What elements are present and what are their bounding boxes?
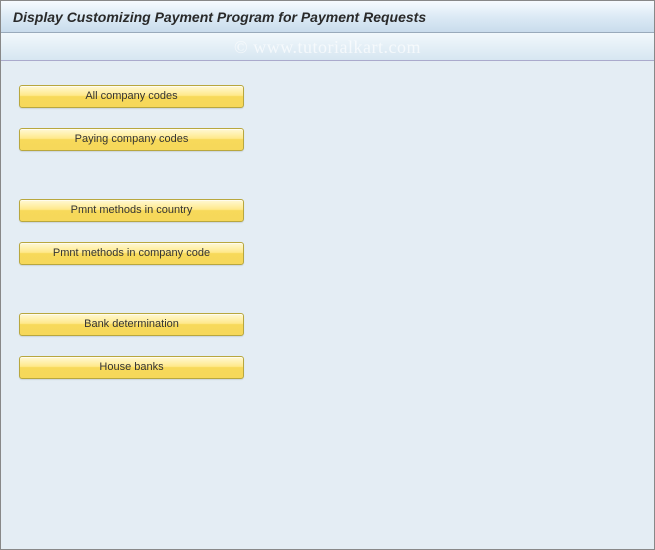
paying-company-codes-button[interactable]: Paying company codes	[19, 128, 244, 151]
title-bar: Display Customizing Payment Program for …	[1, 1, 654, 33]
pmnt-methods-company-button[interactable]: Pmnt methods in company code	[19, 242, 244, 265]
page-title: Display Customizing Payment Program for …	[13, 9, 426, 25]
application-toolbar	[1, 33, 654, 61]
bank-determination-button[interactable]: Bank determination	[19, 313, 244, 336]
content-area: All company codes Paying company codes P…	[1, 61, 654, 549]
all-company-codes-button[interactable]: All company codes	[19, 85, 244, 108]
house-banks-button[interactable]: House banks	[19, 356, 244, 379]
pmnt-methods-country-button[interactable]: Pmnt methods in country	[19, 199, 244, 222]
